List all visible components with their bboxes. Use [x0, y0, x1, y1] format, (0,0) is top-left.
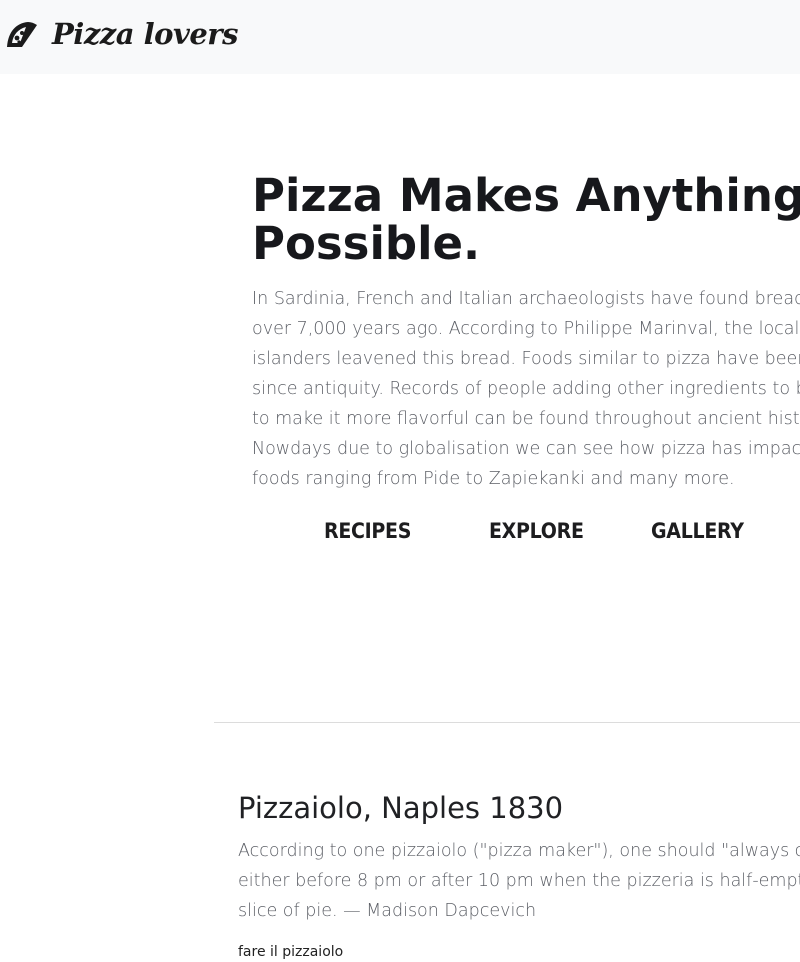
section-subtitle: fare il pizzaiolo — [238, 944, 344, 960]
hero-title-line-1: Pizza Makes Anything — [252, 169, 800, 222]
gallery-link[interactable]: GALLERY — [651, 519, 744, 544]
brand-link[interactable]: Pizza lovers — [4, 14, 238, 54]
hero-links: RECIPES EXPLORE GALLERY — [0, 519, 800, 553]
section-divider — [214, 722, 800, 723]
hero-text-line: over 7,000 years ago. According to Phili… — [252, 319, 800, 339]
section-title: Pizzaiolo, Naples 1830 — [238, 791, 564, 825]
recipes-link[interactable]: RECIPES — [324, 519, 411, 544]
brand-name: Pizza lovers — [52, 17, 238, 51]
navbar: Pizza lovers — [0, 0, 800, 74]
hero-title: Pizza Makes Anything Possible. — [252, 172, 800, 268]
explore-link[interactable]: EXPLORE — [489, 519, 584, 544]
hero-text-line: Nowdays due to globalisation we can see … — [252, 439, 800, 459]
hero-text-line: In Sardinia, French and Italian archaeol… — [252, 289, 800, 309]
pizza-slice-icon — [4, 16, 40, 52]
hero-text-line: islanders leavened this bread. Foods sim… — [252, 349, 800, 369]
section-text-line: slice of pie. — Madison Dapcevich — [238, 901, 537, 921]
hero-text-line: to make it more flavorful can be found t… — [252, 409, 800, 429]
section-description: According to one pizzaiolo ("pizza maker… — [238, 836, 800, 928]
section-text-line: According to one pizzaiolo ("pizza maker… — [238, 841, 800, 861]
hero-description: In Sardinia, French and Italian archaeol… — [252, 284, 800, 496]
hero-title-line-2: Possible. — [252, 217, 481, 270]
hero-text-line: since antiquity. Records of people addin… — [252, 379, 800, 399]
section-text-line: either before 8 pm or after 10 pm when t… — [238, 871, 800, 891]
hero-text-line: foods ranging from Pide to Zapiekanki an… — [252, 469, 735, 489]
